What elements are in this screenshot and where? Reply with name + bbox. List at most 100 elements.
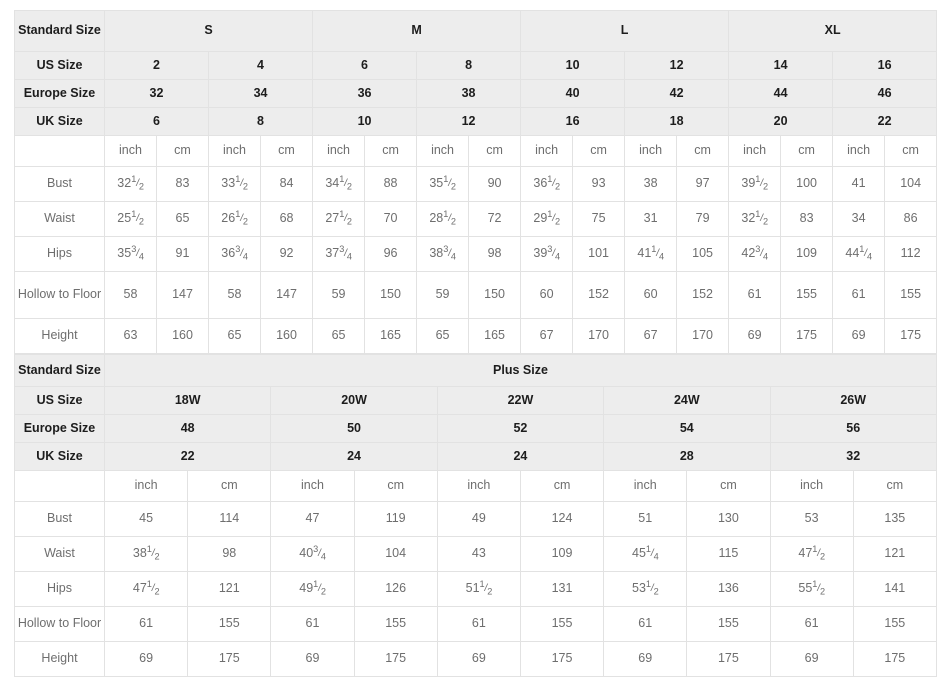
measure-cell: 93	[572, 166, 626, 202]
measure-cell: 155	[780, 271, 834, 319]
measure-row-label: Hollow to Floor	[14, 271, 105, 319]
unit-cell: cm	[852, 470, 937, 502]
us-size-value-5: 12	[624, 51, 730, 80]
measure-row-label: Hips	[14, 236, 105, 272]
measure-cell: 160	[259, 318, 314, 354]
plus-uk-size-value-3: 28	[603, 442, 771, 471]
uk-size-label: UK Size	[14, 107, 105, 136]
us-size-label: US Size	[14, 51, 105, 80]
europe-size-row: Europe Size 32 34 36 38 40 42 44 46	[14, 79, 938, 108]
measure-cell: 61	[603, 606, 688, 642]
europe-size-value-2: 36	[312, 79, 418, 108]
measure-cell: 101	[572, 236, 626, 272]
measure-cell: 341/2	[312, 166, 366, 202]
measure-row: Bust 45 114 47 119 49 124 51 130 53 135	[14, 501, 937, 537]
unit-cell: inch	[728, 135, 782, 167]
measure-cell: 91	[156, 236, 209, 272]
unit-row-empty-label	[14, 135, 105, 167]
europe-size-value-7: 46	[832, 79, 938, 108]
measure-cell: 84	[259, 166, 314, 202]
measure-cell: 381/2	[103, 536, 189, 572]
measure-row: Height 69 175 69 175 69 175 69 175 69 175	[14, 641, 937, 677]
plus-size-section-title: Plus Size	[104, 354, 937, 387]
measure-cell: 61	[436, 606, 521, 642]
measure-cell: 60	[520, 271, 574, 319]
plus-uk-size-label: UK Size	[14, 442, 105, 471]
measure-row-label: Bust	[14, 166, 105, 202]
unit-cell: inch	[769, 470, 854, 502]
unit-cell: inch	[208, 135, 261, 167]
unit-cell: cm	[780, 135, 834, 167]
measure-cell: 393/4	[520, 236, 574, 272]
measure-cell: 321/2	[728, 201, 782, 237]
measure-cell: 126	[353, 571, 438, 607]
measure-cell: 58	[104, 271, 157, 319]
measure-cell: 65	[208, 318, 261, 354]
measure-cell: 141	[852, 571, 937, 607]
uk-size-value-6: 20	[728, 107, 834, 136]
measure-cell: 155	[884, 271, 938, 319]
measure-cell: 152	[572, 271, 626, 319]
europe-size-value-1: 34	[207, 79, 314, 108]
plus-size-section-row: Standard Size Plus Size	[14, 354, 937, 387]
size-group-s: S	[103, 10, 314, 52]
measure-cell: 175	[686, 641, 771, 677]
standard-size-label-header: Standard Size	[14, 10, 105, 52]
measure-cell: 109	[519, 536, 605, 572]
measure-cell: 88	[364, 166, 418, 202]
measure-cell: 97	[676, 166, 730, 202]
measure-row: Hips 471/2 121 491/2 126 511/2 131 531/2 136 551/…	[14, 571, 937, 607]
measure-row: Hollow to Floor 58 147 58 147 59 150 59 150 60 152…	[14, 271, 938, 319]
measure-cell: 105	[676, 236, 730, 272]
measure-cell: 65	[156, 201, 209, 237]
measure-cell: 70	[364, 201, 418, 237]
measure-cell: 175	[884, 318, 938, 354]
measure-cell: 131	[519, 571, 605, 607]
measure-row: Height 63 160 65 160 65 165 65 165 67 170 67 170 69 17…	[14, 318, 938, 354]
measure-cell: 53	[769, 501, 854, 537]
measure-row-label: Height	[14, 641, 105, 677]
measure-cell: 147	[156, 271, 209, 319]
measure-cell: 165	[364, 318, 418, 354]
unit-cell: cm	[572, 135, 626, 167]
measure-cell: 61	[728, 271, 782, 319]
measure-cell: 90	[468, 166, 522, 202]
measure-cell: 150	[468, 271, 522, 319]
measure-cell: 411/4	[624, 236, 678, 272]
measure-cell: 67	[520, 318, 574, 354]
europe-size-value-5: 42	[624, 79, 730, 108]
measure-cell: 175	[187, 641, 272, 677]
europe-size-label: Europe Size	[14, 79, 105, 108]
plus-uk-size-value-0: 22	[103, 442, 272, 471]
measure-cell: 45	[103, 501, 189, 537]
measure-cell: 83	[156, 166, 209, 202]
unit-cell: cm	[364, 135, 418, 167]
measure-row: Bust 321/2 83 331/2 84 341/2 88 351/2 90 361/2 93 3…	[14, 166, 938, 202]
measure-cell: 331/2	[208, 166, 261, 202]
measure-cell: 65	[416, 318, 470, 354]
measure-cell: 75	[572, 201, 626, 237]
measure-cell: 165	[468, 318, 522, 354]
measure-cell: 61	[103, 606, 189, 642]
unit-cell: cm	[676, 135, 730, 167]
size-group-l: L	[520, 10, 730, 52]
measure-cell: 69	[728, 318, 782, 354]
europe-size-value-0: 32	[104, 79, 209, 108]
plus-europe-size-value-1: 50	[270, 414, 438, 443]
measure-cell: 67	[624, 318, 678, 354]
plus-europe-size-value-2: 52	[436, 414, 605, 443]
unit-cell: cm	[686, 470, 771, 502]
measure-cell: 96	[364, 236, 418, 272]
measure-cell: 551/2	[769, 571, 854, 607]
measure-cell: 69	[832, 318, 886, 354]
measure-cell: 38	[624, 166, 678, 202]
measure-cell: 531/2	[603, 571, 688, 607]
measure-cell: 135	[852, 501, 937, 537]
us-size-value-6: 14	[728, 51, 834, 80]
standard-size-table-body: Standard Size S M L XL US Size 2 4 6 8 1…	[14, 10, 938, 354]
measure-cell: 130	[686, 501, 771, 537]
measure-cell: 69	[436, 641, 521, 677]
unit-cell: inch	[624, 135, 678, 167]
measure-cell: 363/4	[208, 236, 261, 272]
measure-cell: 391/2	[728, 166, 782, 202]
